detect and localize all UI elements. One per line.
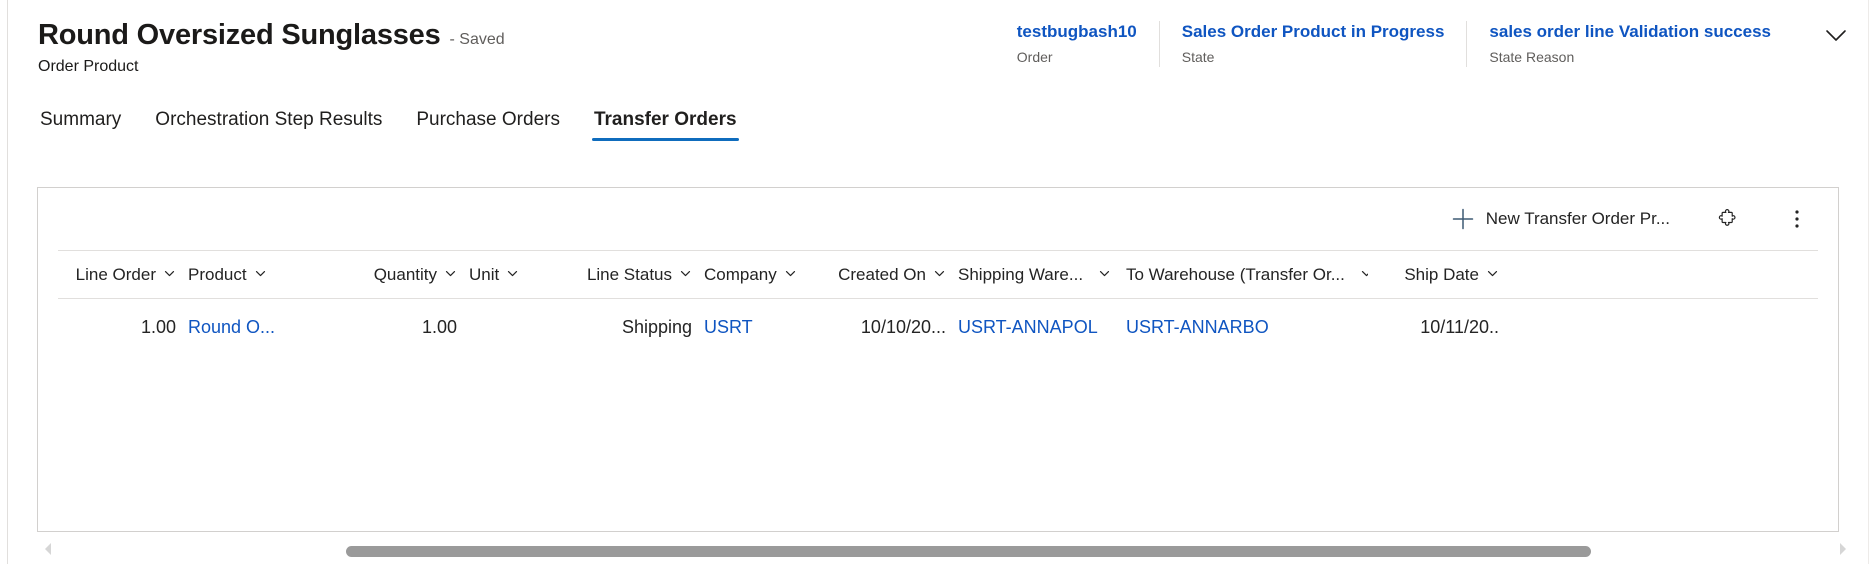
header-field-order-label: Order — [1016, 49, 1053, 66]
header-field-state-reason-label: State Reason — [1489, 49, 1575, 66]
column-header-company[interactable]: Company — [698, 265, 825, 285]
cell-product[interactable]: Round O... — [182, 317, 327, 338]
column-header-shipping-warehouse-label: Shipping Ware... — [958, 264, 1084, 284]
cell-created-on: 10/10/20... — [860, 316, 946, 337]
column-header-line-status-label: Line Status — [586, 264, 672, 284]
left-edge-rail — [0, 0, 8, 564]
save-status: - Saved — [449, 31, 505, 48]
cell-line-order: 1.00 — [140, 316, 176, 337]
column-header-product-label: Product — [188, 264, 247, 284]
cell-company[interactable]: USRT — [698, 317, 825, 338]
app-root: Round Oversized Sunglasses - Saved Order… — [0, 0, 1876, 564]
column-header-to-warehouse-label: To Warehouse (Transfer Or... — [1126, 264, 1345, 284]
scroll-left-button[interactable] — [37, 538, 59, 564]
entity-subtitle: Order Product — [38, 58, 139, 76]
plus-icon — [1450, 206, 1476, 232]
header-field-state[interactable]: Sales Order Product in Progress State — [1160, 21, 1468, 67]
column-header-ship-date-label: Ship Date — [1404, 264, 1479, 284]
tab-summary[interactable]: Summary — [38, 102, 123, 141]
new-transfer-order-product-label: New Transfer Order Pr... — [1485, 209, 1670, 228]
chevron-down-icon — [679, 265, 692, 285]
column-header-quantity[interactable]: Quantity — [327, 265, 463, 285]
cell-shipping-warehouse[interactable]: USRT-ANNAPOL — [952, 317, 1120, 338]
column-header-line-order[interactable]: Line Order — [58, 265, 182, 285]
more-vertical-icon — [1787, 207, 1807, 231]
tab-transfer-orders-label: Transfer Orders — [593, 108, 737, 130]
column-header-product[interactable]: Product — [182, 265, 327, 285]
record-header-left: Round Oversized Sunglasses - Saved Order… — [9, 0, 505, 76]
chevron-down-icon — [444, 265, 457, 285]
grid-command-bar: New Transfer Order Pr... — [38, 188, 1838, 250]
chevron-down-icon — [784, 265, 797, 285]
cell-ship-date: 10/11/20.. — [1420, 316, 1499, 337]
header-field-state-label: State — [1181, 49, 1215, 66]
column-header-line-status[interactable]: Line Status — [569, 265, 698, 285]
chevron-down-icon — [163, 265, 176, 285]
cell-line-status: Shipping — [621, 316, 692, 337]
column-header-to-warehouse[interactable]: To Warehouse (Transfer Or... — [1120, 265, 1368, 285]
column-header-ship-date[interactable]: Ship Date — [1368, 265, 1505, 285]
chevron-down-icon — [933, 265, 946, 285]
column-header-unit-label: Unit — [469, 264, 500, 284]
cell-quantity: 1.00 — [421, 316, 457, 337]
chevron-down-icon — [1360, 265, 1368, 285]
table-row[interactable]: 1.00 Round O... 1.00 Shipping USRT 10/10… — [58, 299, 1818, 355]
more-commands-button[interactable] — [1780, 200, 1814, 238]
right-edge-rail — [1868, 0, 1876, 564]
transfer-orders-grid-panel: New Transfer Order Pr... Line Order Prod… — [37, 187, 1839, 532]
tab-transfer-orders[interactable]: Transfer Orders — [591, 102, 739, 141]
grid-column-headers: Line Order Product Quantity Unit Line St… — [58, 250, 1818, 299]
header-field-order-value[interactable]: testbugbash10 — [1017, 21, 1137, 42]
record-header: Round Oversized Sunglasses - Saved Order… — [9, 0, 1867, 100]
tab-summary-label: Summary — [40, 108, 122, 130]
column-header-quantity-label: Quantity — [373, 264, 437, 284]
column-header-unit[interactable]: Unit — [463, 265, 569, 285]
tab-orchestration-step-results-label: Orchestration Step Results — [155, 108, 383, 130]
tab-purchase-orders-label: Purchase Orders — [416, 108, 560, 130]
record-title-row: Round Oversized Sunglasses - Saved — [38, 19, 505, 51]
tab-orchestration-step-results[interactable]: Orchestration Step Results — [153, 102, 384, 141]
tab-list: Summary Orchestration Step Results Purch… — [9, 100, 1867, 142]
flow-button[interactable] — [1706, 200, 1750, 238]
header-field-state-reason-value[interactable]: sales order line Validation success — [1489, 21, 1771, 42]
chevron-down-icon — [1098, 265, 1111, 285]
caret-right-icon — [1837, 542, 1849, 561]
header-fields: testbugbash10 Order Sales Order Product … — [995, 0, 1801, 67]
cell-to-warehouse[interactable]: USRT-ANNARBO — [1120, 317, 1368, 338]
horizontal-scrollbar[interactable] — [37, 538, 1854, 564]
column-header-company-label: Company — [704, 264, 777, 284]
column-header-created-on-label: Created On — [838, 264, 926, 284]
column-header-shipping-warehouse[interactable]: Shipping Ware... — [952, 265, 1120, 285]
new-transfer-order-product-button[interactable]: New Transfer Order Pr... — [1436, 200, 1684, 238]
chevron-down-icon — [254, 265, 267, 285]
scrollbar-track[interactable] — [59, 538, 1832, 564]
header-field-state-value[interactable]: Sales Order Product in Progress — [1182, 21, 1445, 42]
scroll-right-button[interactable] — [1832, 538, 1854, 564]
chevron-down-icon — [1823, 22, 1849, 48]
page-title: Round Oversized Sunglasses — [38, 19, 441, 51]
column-header-line-order-label: Line Order — [75, 264, 156, 284]
caret-left-icon — [42, 542, 54, 561]
chevron-down-icon — [506, 265, 519, 285]
column-header-created-on[interactable]: Created On — [825, 265, 952, 285]
header-field-order[interactable]: testbugbash10 Order — [995, 21, 1160, 67]
tab-purchase-orders[interactable]: Purchase Orders — [414, 102, 562, 141]
header-field-state-reason[interactable]: sales order line Validation success Stat… — [1467, 21, 1793, 67]
scrollbar-thumb[interactable] — [346, 546, 1591, 557]
header-expand-button[interactable] — [1801, 0, 1867, 48]
puzzle-piece-icon — [1717, 208, 1739, 230]
chevron-down-icon — [1486, 265, 1499, 285]
